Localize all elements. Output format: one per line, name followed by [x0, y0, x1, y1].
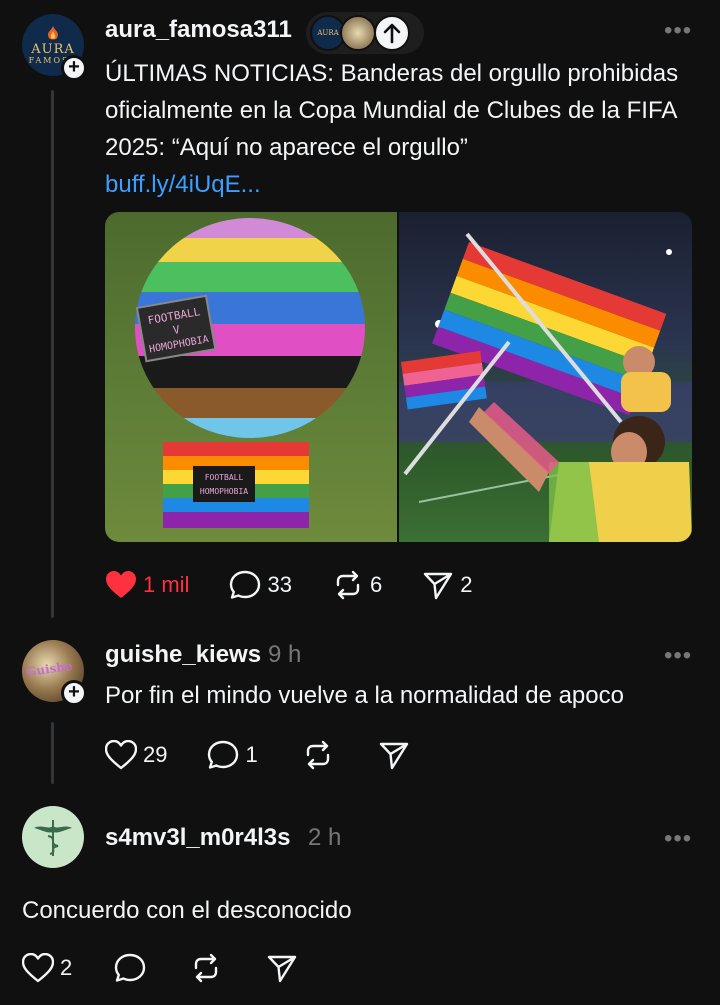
participants-pill[interactable]: AURA — [306, 12, 424, 54]
post-username[interactable]: aura_famosa311 — [105, 16, 292, 44]
svg-text:HOMOPHOBIA: HOMOPHOBIA — [200, 487, 248, 496]
reply-button[interactable]: 1 — [207, 740, 258, 770]
heart-icon — [105, 740, 137, 770]
like-count: 29 — [143, 742, 168, 767]
reply-button[interactable] — [114, 953, 146, 983]
stadium-flags-graphic — [399, 232, 692, 542]
repost-count: 6 — [369, 572, 383, 597]
reply2-text: Concuerdo con el desconocido — [22, 897, 352, 924]
heart-icon — [106, 571, 136, 598]
participant-avatar-guishe — [340, 15, 376, 51]
share-button[interactable] — [266, 953, 298, 983]
share-count: 2 — [460, 572, 473, 597]
repost-button[interactable]: 6 — [332, 570, 382, 600]
rainbow-armband-graphic: FOOTBALL HOMOPHOBIA — [163, 442, 309, 528]
repost-button[interactable] — [190, 953, 222, 983]
comment-icon — [208, 740, 239, 769]
send-icon — [423, 572, 453, 600]
post-text: ÚLTIMAS NOTICIAS: Banderas del orgullo p… — [105, 60, 679, 161]
thread-line — [51, 90, 54, 618]
like-button[interactable]: 1 mil — [105, 570, 189, 600]
send-icon — [268, 955, 297, 983]
rainbow-ball-graphic: FOOTBALL V HOMOPHOBIA — [135, 218, 365, 438]
reply-count: 1 — [245, 742, 258, 767]
repost-icon — [336, 570, 360, 600]
avatar-s4mv3l[interactable] — [22, 806, 84, 868]
reply1-username[interactable]: guishe_kiews — [105, 641, 261, 669]
comment-icon — [230, 570, 261, 599]
share-button[interactable] — [378, 740, 410, 770]
heart-icon — [22, 953, 54, 983]
like-button[interactable]: 2 — [22, 953, 72, 983]
more-icon[interactable]: ••• — [664, 644, 692, 668]
reply2-time: 2 h — [308, 824, 342, 851]
media-image-stadium[interactable] — [399, 212, 692, 542]
like-count: 1 mil — [143, 572, 190, 597]
repost-icon — [195, 953, 218, 983]
more-icon[interactable]: ••• — [664, 19, 692, 43]
send-icon — [379, 742, 408, 770]
post-actions: 1 mil 33 6 2 — [105, 570, 502, 600]
reply1-time: 9 h — [268, 641, 302, 668]
thread-line — [51, 722, 54, 784]
post-media[interactable]: FOOTBALL V HOMOPHOBIA FOOTBALL HOMOPHOBI… — [105, 212, 692, 542]
reply1-text: Por fin el mindo vuelve a la normalidad … — [105, 682, 624, 709]
reply2-actions: 2 — [22, 953, 328, 983]
like-button[interactable]: 29 — [105, 740, 167, 770]
reply1-actions: 29 1 — [105, 740, 440, 770]
post-link[interactable]: buff.ly/4iUqE... — [105, 166, 705, 203]
caduceus-logo-icon — [34, 820, 72, 856]
more-icon[interactable]: ••• — [664, 827, 692, 851]
repost-icon — [306, 740, 329, 770]
repost-button[interactable] — [302, 740, 334, 770]
follow-plus-icon[interactable]: + — [61, 55, 87, 81]
media-image-ball[interactable]: FOOTBALL V HOMOPHOBIA FOOTBALL HOMOPHOBI… — [105, 212, 397, 542]
reply2-username[interactable]: s4mv3l_m0r4l3s — [105, 824, 290, 852]
follow-plus-icon[interactable]: + — [61, 680, 87, 706]
share-button[interactable]: 2 — [422, 570, 472, 600]
svg-text:FOOTBALL: FOOTBALL — [205, 473, 244, 482]
comment-icon — [115, 953, 146, 982]
reply-count: 33 — [267, 572, 292, 597]
avatar-logo-text: AURA — [31, 41, 75, 57]
reply-button[interactable]: 33 — [229, 570, 292, 600]
post-body: ÚLTIMAS NOTICIAS: Banderas del orgullo p… — [105, 55, 705, 203]
arrow-up-icon[interactable] — [374, 15, 410, 51]
flame-logo-icon — [48, 25, 58, 39]
like-count: 2 — [60, 955, 73, 980]
